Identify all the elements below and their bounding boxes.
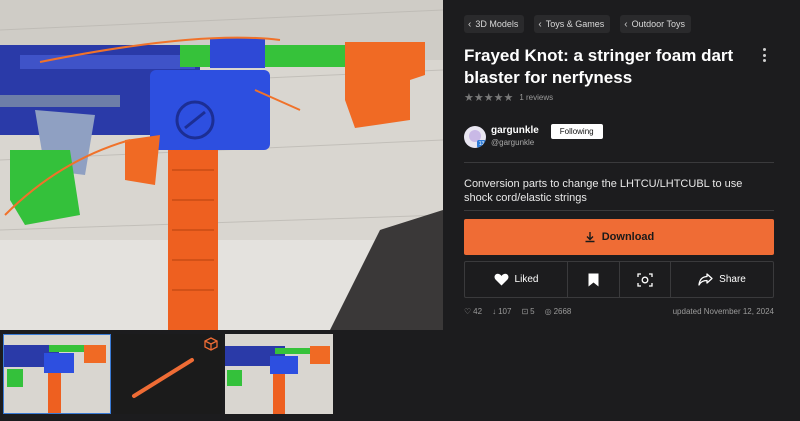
chevron-left-icon: ‹ [624, 18, 628, 30]
breadcrumb-outdoor-toys[interactable]: ‹ Outdoor Toys [620, 15, 691, 33]
avatar[interactable]: 13 [464, 125, 486, 148]
remix-icon [637, 272, 653, 287]
divider [464, 162, 774, 163]
chevron-left-icon: ‹ [468, 18, 472, 30]
share-icon [698, 273, 713, 286]
views-count: ◎ 2668 [544, 307, 572, 316]
remixes-count: ⊡ 5 [521, 307, 535, 316]
bookmark-icon [588, 273, 599, 286]
model-stats: ♡ 42 ↓ 107 ⊡ 5 ◎ 2668 [464, 307, 571, 316]
like-button[interactable]: Liked [465, 262, 568, 297]
downloads-count: ↓ 107 [492, 307, 512, 316]
cube-icon [204, 337, 218, 351]
thumbnail-strip [0, 334, 443, 421]
download-button[interactable]: Download [464, 219, 774, 255]
thumbnail-1-selected[interactable] [3, 334, 111, 414]
following-button[interactable]: Following [550, 124, 603, 139]
remix-small-icon: ⊡ [521, 307, 529, 316]
more-vertical-icon[interactable] [758, 46, 770, 64]
action-bar: Liked Share [464, 261, 774, 298]
heart-icon [494, 273, 509, 286]
thumbnail-2-3d-model[interactable] [114, 334, 222, 414]
likes-count: ♡ 42 [464, 307, 483, 316]
download-small-icon: ↓ [492, 307, 497, 316]
level-badge: 13 [477, 139, 486, 148]
chevron-left-icon: ‹ [538, 18, 542, 30]
thumbnail-3[interactable] [225, 334, 333, 414]
remix-button[interactable] [620, 262, 671, 297]
main-product-image[interactable] [0, 0, 443, 330]
eye-icon: ◎ [544, 307, 552, 316]
creator-name[interactable]: gargunkle [491, 125, 539, 137]
page-title: Frayed Knot: a stringer foam dart blaste… [464, 46, 734, 87]
rating[interactable]: ★★★★★ 1 reviews [464, 91, 553, 104]
reviews-count: 1 reviews [519, 93, 554, 102]
breadcrumb: ‹ 3D Models ‹ Toys & Games ‹ Outdoor Toy… [464, 15, 691, 33]
creator-info: 13 gargunkle @gargunkle Following [464, 124, 603, 148]
image-gallery [0, 0, 443, 421]
model-details-panel: ‹ 3D Models ‹ Toys & Games ‹ Outdoor Toy… [464, 0, 774, 421]
creator-handle: @gargunkle [491, 138, 535, 147]
breadcrumb-3d-models[interactable]: ‹ 3D Models [464, 15, 525, 33]
star-rating-icon: ★★★★★ [464, 92, 514, 104]
save-button[interactable] [568, 262, 620, 297]
updated-date: updated November 12, 2024 [672, 307, 774, 316]
download-icon [585, 232, 595, 243]
breadcrumb-toys-games[interactable]: ‹ Toys & Games [534, 15, 611, 33]
model-description: Conversion parts to change the LHTCU/LHT… [464, 178, 743, 204]
share-button[interactable]: Share [671, 262, 773, 297]
divider [464, 210, 774, 211]
heart-outline-icon: ♡ [464, 307, 472, 316]
